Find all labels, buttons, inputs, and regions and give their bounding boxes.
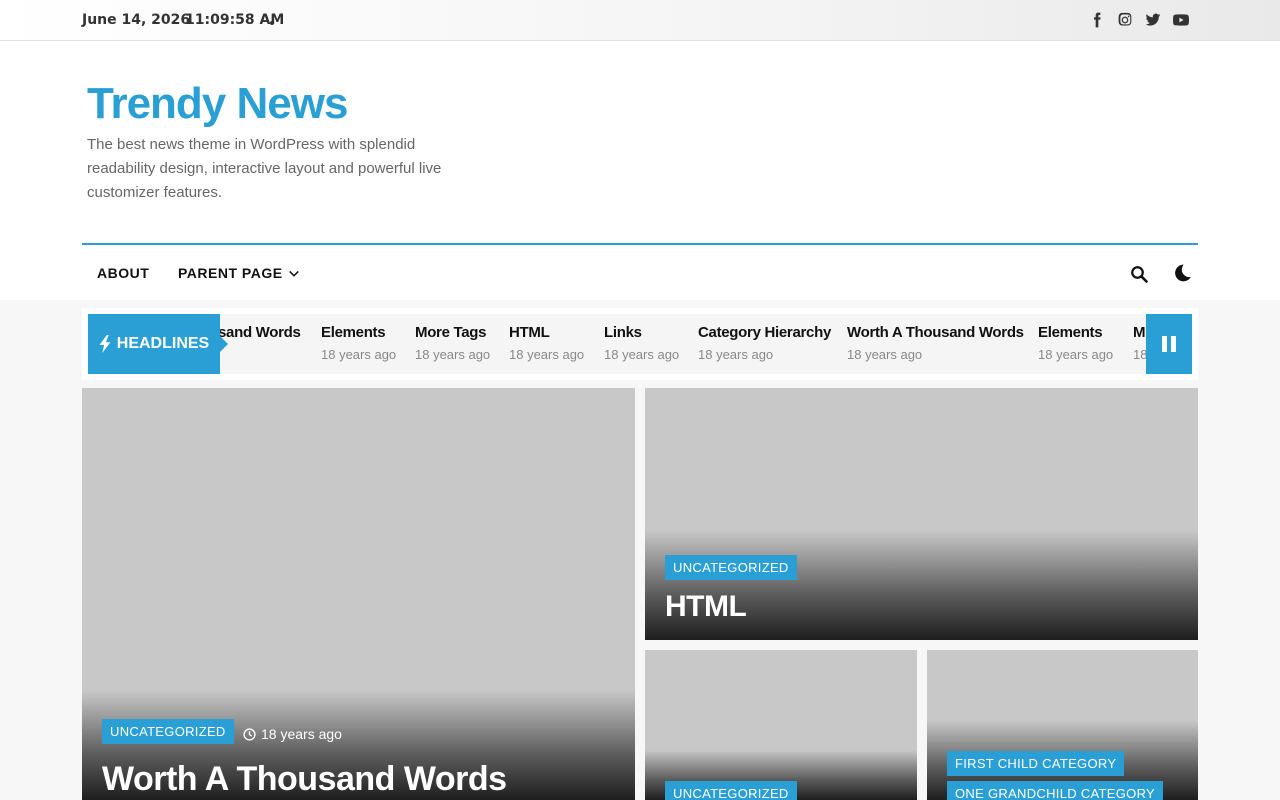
ticker-item-title: sand Words <box>218 324 301 341</box>
site-header: Trendy News The best news theme in WordP… <box>0 41 1280 300</box>
moon-icon[interactable] <box>1172 263 1192 283</box>
instagram-icon[interactable] <box>1116 11 1134 29</box>
twitter-icon[interactable] <box>1144 11 1162 29</box>
ticker-item-time: 18 years ago <box>509 347 585 362</box>
ticker-item-title: More Tags <box>415 324 487 341</box>
ticker-item-title: Category Hierarchy <box>698 324 831 341</box>
youtube-icon[interactable] <box>1172 11 1190 29</box>
ticker-item-time: 18 years ago <box>698 347 774 362</box>
ticker-item-title: HTML <box>509 324 550 341</box>
post-date-text: 18 years ago <box>261 726 342 742</box>
nav-parent-page[interactable]: PARENT PAGE <box>178 265 299 281</box>
ticker-item-time: 18 years ago <box>604 347 680 362</box>
ticker-item-time: 18 years ago <box>321 347 397 362</box>
nav-about[interactable]: ABOUT <box>97 265 149 281</box>
featured-post-top-right[interactable]: UNCATEGORIZED HTML <box>645 388 1198 640</box>
main-navigation: ABOUT PARENT PAGE <box>82 243 1198 300</box>
ticker-pause-button[interactable] <box>1146 314 1192 374</box>
bolt-icon <box>99 335 111 353</box>
ticker-item-time: 18 years ago <box>847 347 923 362</box>
ticker-track-area: sand Words Elements 18 years ago More Ta… <box>88 314 1192 374</box>
top-bar: June 14, 2026 11:09:58 AM <box>0 0 1280 41</box>
ticker-item[interactable]: HTML 18 years ago <box>509 324 584 362</box>
headlines-ticker: sand Words Elements 18 years ago More Ta… <box>82 308 1198 380</box>
category-badge[interactable]: ONE GRANDCHILD CATEGORY <box>947 781 1164 800</box>
category-badge[interactable]: FIRST CHILD CATEGORY <box>947 751 1125 776</box>
category-badge[interactable]: UNCATEGORIZED <box>665 781 797 800</box>
ticker-item[interactable]: sand Words <box>218 324 301 341</box>
social-links <box>1088 11 1190 29</box>
ticker-item-title: Worth A Thousand Words <box>847 324 1024 341</box>
headlines-label-text: HEADLINES <box>116 335 210 352</box>
time-dot <box>270 21 274 25</box>
chevron-down-icon <box>288 270 299 277</box>
ticker-item[interactable]: Elements 18 years ago <box>321 324 396 362</box>
category-badge[interactable]: UNCATEGORIZED <box>102 719 234 744</box>
ticker-item-title: Elements <box>1038 324 1103 341</box>
search-icon[interactable] <box>1130 265 1148 283</box>
ticker-item[interactable]: Elements 18 years ago <box>1038 324 1113 362</box>
ticker-item-time: 18 years ago <box>1038 347 1114 362</box>
ticker-item[interactable]: More Tags 18 years ago <box>415 324 490 362</box>
featured-post-main[interactable]: UNCATEGORIZED 18 years ago Worth A Thous… <box>82 388 635 800</box>
nav-parent-page-label: PARENT PAGE <box>178 265 283 281</box>
facebook-icon[interactable] <box>1088 11 1106 29</box>
featured-post-small-1[interactable]: UNCATEGORIZED <box>645 650 917 800</box>
ticker-item[interactable]: Category Hierarchy 18 years ago <box>698 324 831 362</box>
post-date: 18 years ago <box>243 726 342 742</box>
post-title[interactable]: Worth A Thousand Words <box>102 760 507 799</box>
featured-post-small-2[interactable]: FIRST CHILD CATEGORY ONE GRANDCHILD CATE… <box>927 650 1198 800</box>
site-title[interactable]: Trendy News <box>87 79 348 129</box>
post-title[interactable]: HTML <box>665 590 747 624</box>
headlines-label: HEADLINES <box>88 314 228 374</box>
ticker-item[interactable]: Worth A Thousand Words 18 years ago <box>847 324 1024 362</box>
ticker-item-title: Elements <box>321 324 386 341</box>
ticker-item[interactable]: Links 18 years ago <box>604 324 679 362</box>
category-badge[interactable]: UNCATEGORIZED <box>665 555 797 580</box>
current-date: June 14, 2026 <box>82 12 191 28</box>
site-description: The best news theme in WordPress with sp… <box>87 136 442 201</box>
pause-icon <box>1162 336 1176 352</box>
ticker-item-time: 18 years ago <box>415 347 491 362</box>
clock-icon <box>243 727 256 741</box>
current-time: 11:09:58 AM <box>185 12 285 28</box>
ticker-item-title: Links <box>604 324 642 341</box>
